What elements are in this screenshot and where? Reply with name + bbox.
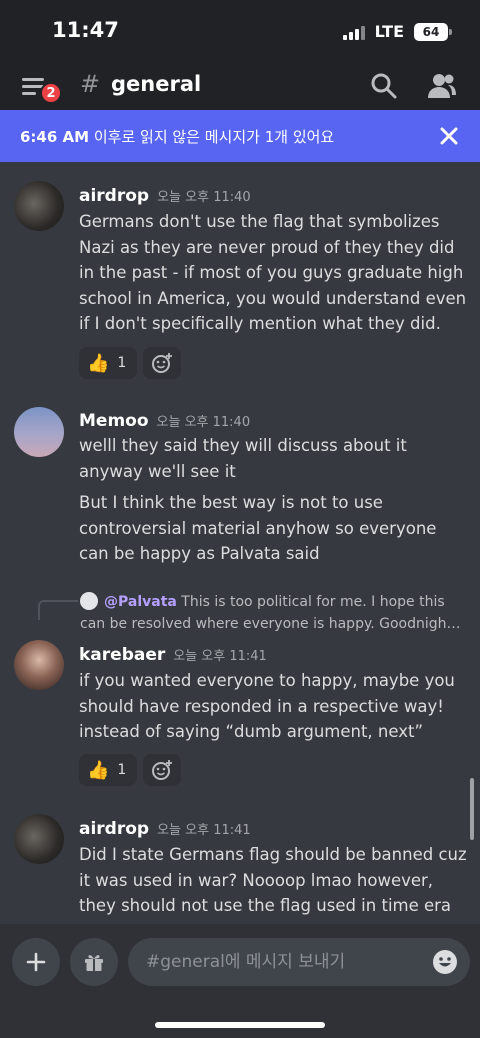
avatar[interactable] (14, 814, 64, 864)
status-bar: 11:47 LTE 64 (0, 0, 480, 64)
add-reaction-icon[interactable] (143, 754, 181, 786)
network-label: LTE (374, 22, 404, 41)
message-text: Germans don't use the flag that symboliz… (79, 212, 467, 333)
signal-icon (342, 24, 365, 40)
banner-text: 6:46 AM 이후로 읽지 않은 메시지가 1개 있어요 (20, 127, 335, 146)
reply-connector (38, 600, 78, 620)
message-author[interactable]: airdrop 오늘 오후 11:41 (79, 819, 251, 839)
message-text: Did I state Germans flag should be banne… (79, 845, 467, 915)
message-text: welll they said they will discuss about … (79, 436, 407, 481)
plus-button[interactable] (12, 938, 60, 986)
reaction-count: 1 (117, 762, 127, 778)
reply-avatar (80, 592, 98, 610)
plus-icon (26, 952, 46, 972)
message-author[interactable]: karebaer 오늘 오후 11:41 (79, 645, 267, 665)
emoji-icon[interactable] (432, 949, 458, 975)
status-indicators: LTE 64 (342, 22, 452, 41)
scrollbar[interactable] (470, 778, 474, 840)
reply-reference[interactable]: @Palvata This is too political for me. I… (80, 591, 472, 635)
battery-level: 64 (422, 24, 440, 39)
hash-icon: # (80, 70, 101, 98)
channel-title: general (111, 72, 202, 96)
message-timestamp: 오늘 오후 11:40 (156, 415, 251, 430)
reaction-thumbsup[interactable]: 👍 1 (79, 347, 137, 379)
add-reaction-icon[interactable] (143, 347, 181, 379)
channel-header: 2 # general (0, 64, 480, 110)
members-icon[interactable] (426, 70, 458, 102)
message-timestamp: 오늘 오후 11:40 (157, 190, 251, 205)
battery-icon: 64 (414, 22, 452, 41)
message-text: But I think the best way is not to use c… (79, 493, 437, 563)
chat-screen: 11:47 LTE 64 2 # general 6:46 AM 이후로 읽지 … (0, 0, 480, 1038)
reaction-thumbsup[interactable]: 👍 1 (79, 754, 137, 786)
avatar[interactable] (14, 181, 64, 231)
status-time: 11:47 (52, 18, 119, 42)
avatar[interactable] (14, 640, 64, 690)
gift-button[interactable] (70, 938, 118, 986)
home-indicator[interactable] (155, 1022, 325, 1028)
search-icon[interactable] (368, 70, 400, 102)
message-author[interactable]: Memoo 오늘 오후 11:40 (79, 411, 250, 431)
reaction-count: 1 (117, 355, 127, 371)
thumbs-up-icon: 👍 (87, 352, 110, 374)
message-input[interactable] (128, 938, 470, 986)
message-timestamp: 오늘 오후 11:41 (157, 823, 251, 838)
message-timestamp: 오늘 오후 11:41 (173, 649, 267, 664)
message-composer (0, 924, 480, 1038)
unread-banner[interactable]: 6:46 AM 이후로 읽지 않은 메시지가 1개 있어요 (0, 110, 480, 162)
close-icon[interactable] (436, 123, 462, 149)
message-author[interactable]: airdrop 오늘 오후 11:40 (79, 186, 251, 206)
thumbs-up-icon: 👍 (87, 759, 110, 781)
gift-icon (85, 955, 103, 971)
message-text: if you wanted everyone to happy, maybe y… (79, 671, 455, 741)
avatar[interactable] (14, 407, 64, 457)
unread-badge: 2 (40, 82, 62, 104)
